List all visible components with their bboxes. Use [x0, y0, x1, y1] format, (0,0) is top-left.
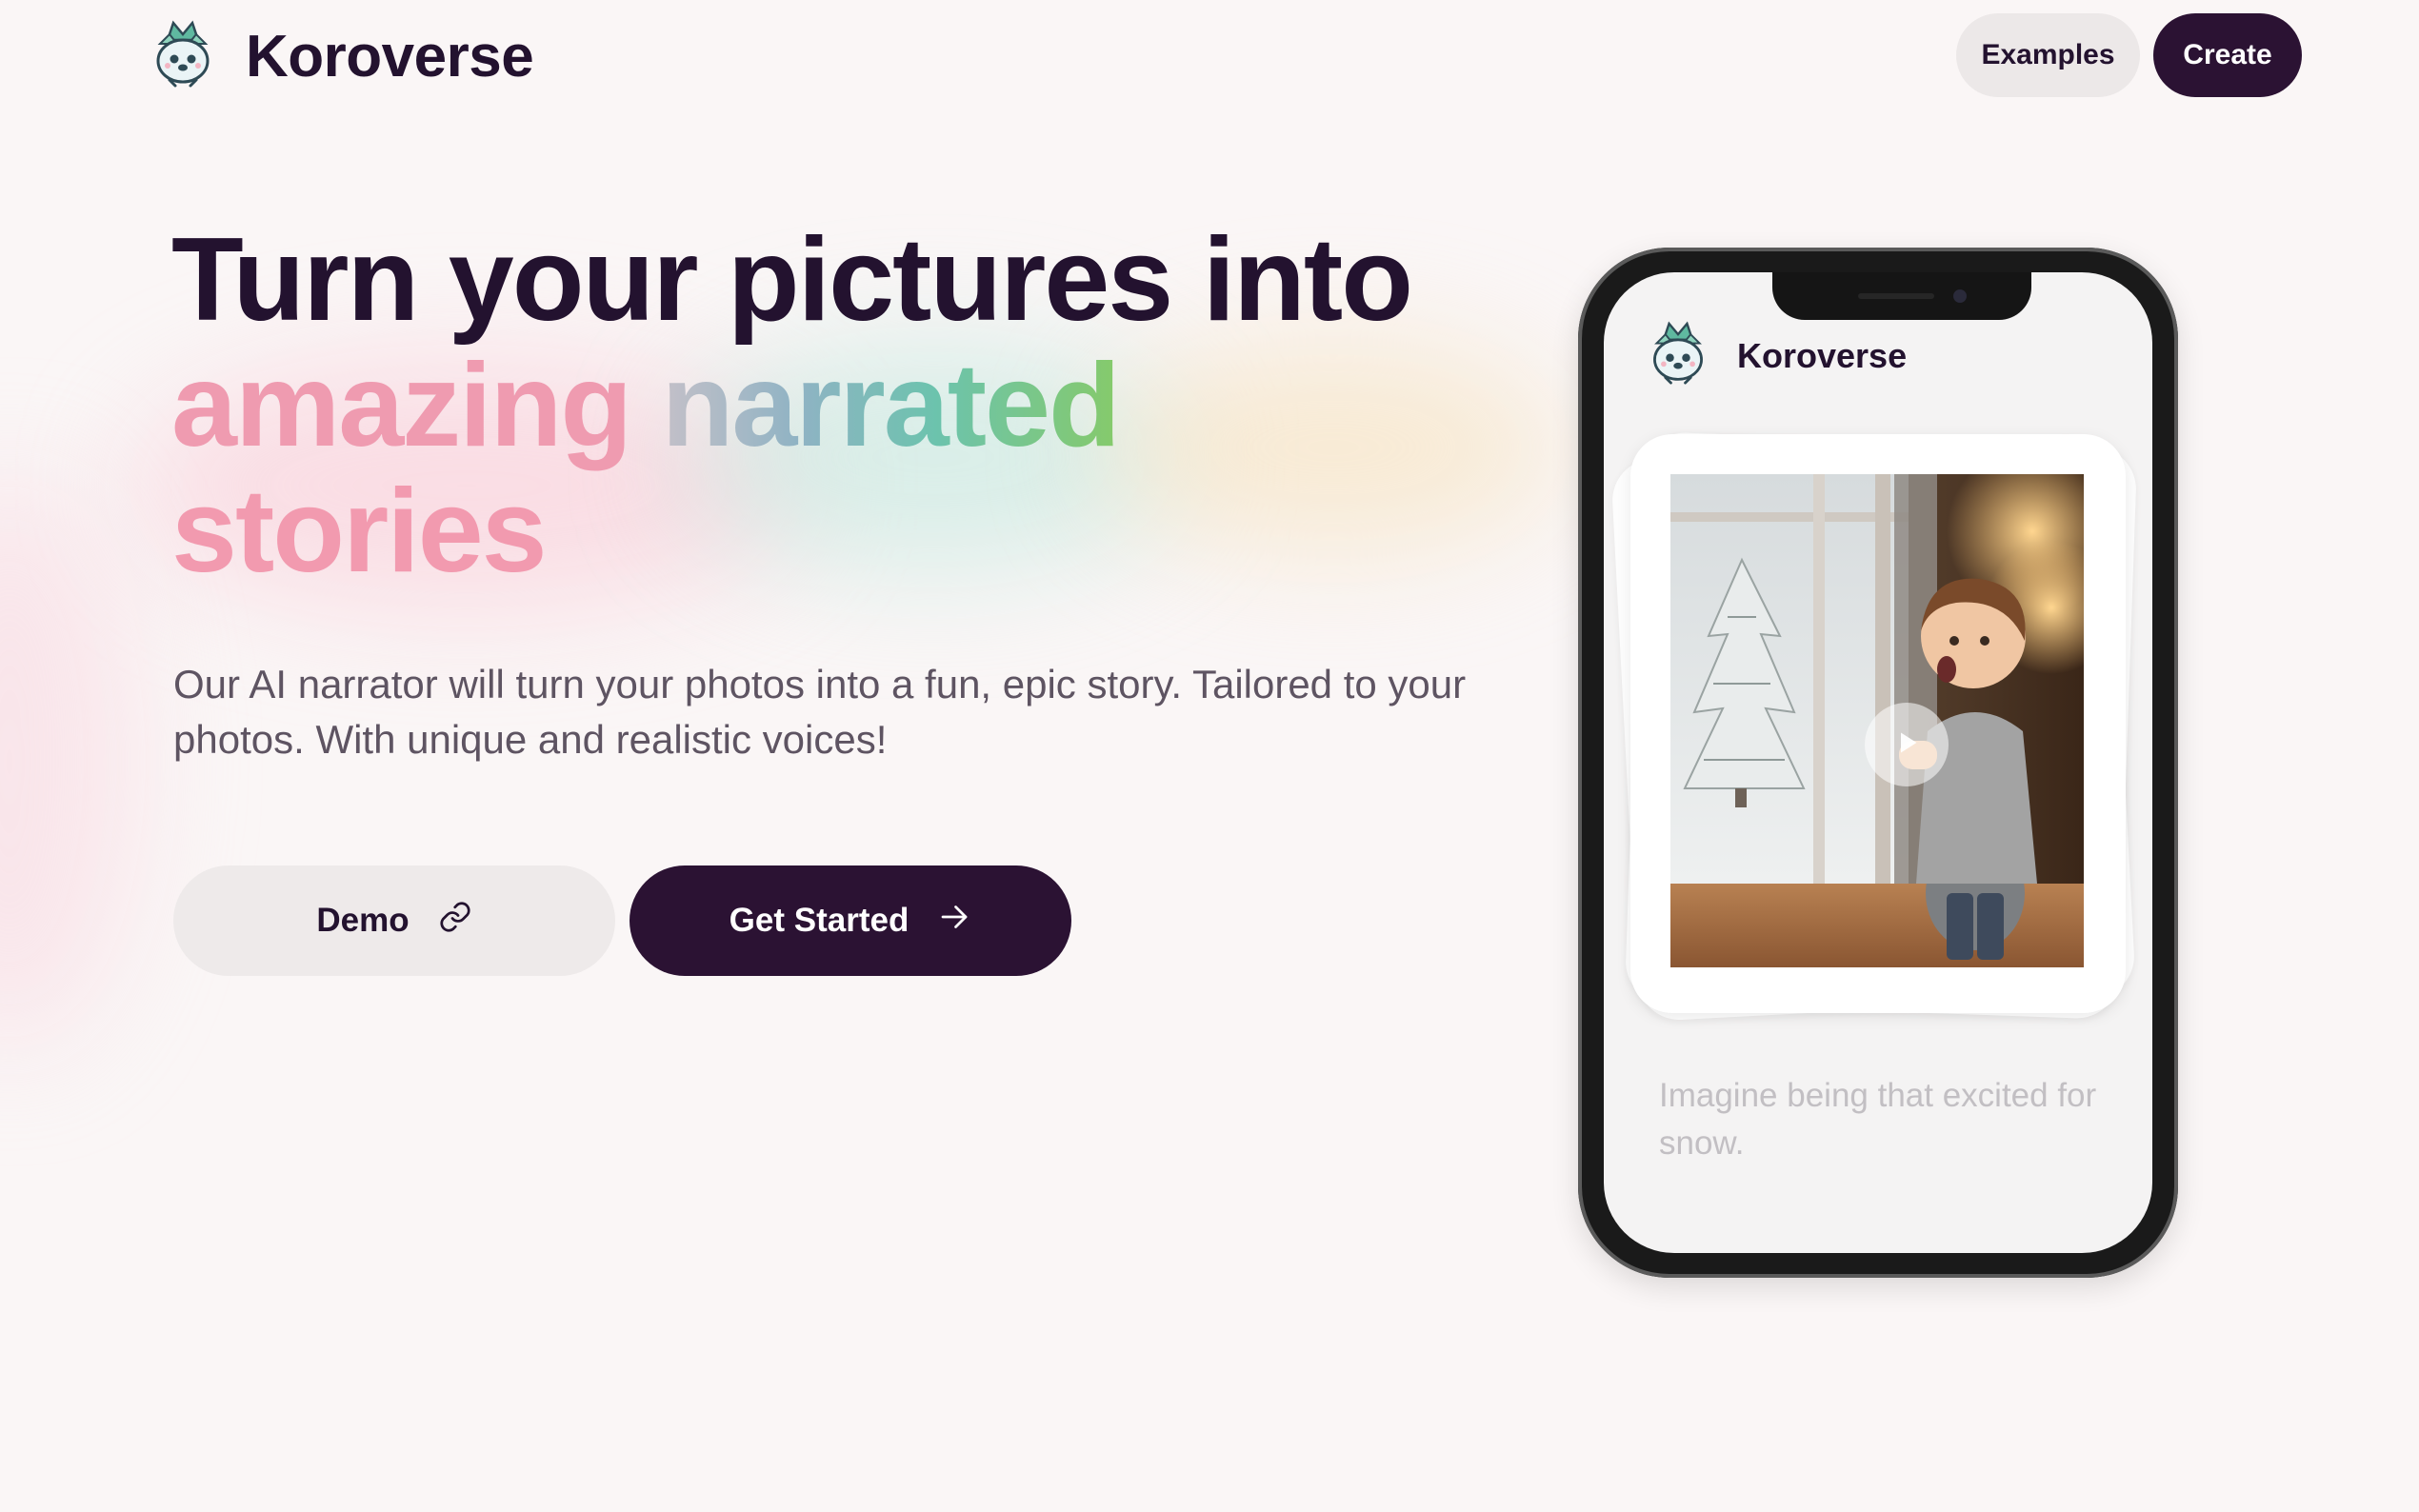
get-started-label: Get Started: [729, 902, 910, 939]
headline-line-3: stories: [171, 466, 548, 597]
koroverse-mascot-icon: [1646, 320, 1710, 391]
phone-mockup: Koroverse Imagine being that excited for…: [1578, 248, 2178, 1278]
phone-notch: [1772, 272, 2031, 320]
side-glow: [0, 476, 133, 1047]
story-photo: [1670, 474, 2084, 967]
play-button[interactable]: [1865, 703, 1949, 786]
story-card[interactable]: [1630, 434, 2126, 1013]
create-button[interactable]: Create: [2153, 13, 2302, 97]
examples-button[interactable]: Examples: [1956, 13, 2140, 97]
get-started-button[interactable]: Get Started: [630, 865, 1071, 976]
hero-subtitle: Our AI narrator will turn your photos in…: [173, 662, 1467, 762]
koroverse-mascot-icon: [149, 19, 217, 94]
headline-word-amazing: amazing: [171, 340, 632, 471]
play-icon: [1889, 726, 1924, 765]
arrow-right-icon: [937, 900, 971, 943]
phone-screen: Koroverse Imagine being that excited for…: [1604, 272, 2152, 1253]
headline-word-narrated: narrated: [661, 340, 1121, 471]
headline-line-1: Turn your pictures into: [171, 214, 1413, 346]
phone-brand: Koroverse: [1646, 320, 1907, 391]
brand[interactable]: Koroverse: [149, 19, 534, 94]
hero-headline: Turn your pictures into amazing narrated…: [171, 214, 1413, 597]
story-card-stack[interactable]: [1609, 431, 2138, 1025]
demo-button[interactable]: Demo: [173, 865, 615, 976]
story-caption: Imagine being that excited for snow.: [1659, 1077, 2097, 1162]
speaker-grille: [1858, 293, 1934, 299]
top-header: Koroverse Examples Create: [0, 0, 2419, 109]
phone-brand-name: Koroverse: [1737, 335, 1908, 375]
demo-label: Demo: [316, 902, 410, 939]
camera-dot: [1953, 289, 1967, 303]
link-icon: [438, 900, 472, 943]
brand-name: Koroverse: [246, 24, 534, 90]
